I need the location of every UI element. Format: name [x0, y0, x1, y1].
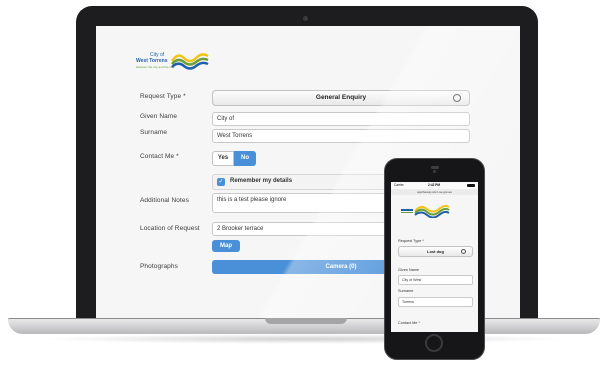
contact-yes-toggle[interactable]: Yes [212, 151, 234, 166]
surname-field[interactable]: West Torrens [212, 129, 470, 143]
clock-text: 2:42 PM [428, 183, 441, 187]
phone-request-type-value: Lost dog [427, 249, 444, 254]
logo-line-2: West Torrens [136, 58, 168, 64]
phone-chevron-down-icon [461, 249, 466, 254]
phone-camera-icon [433, 170, 436, 173]
chevron-down-icon [453, 94, 461, 102]
url-bar[interactable]: apptheway.wtcc.sa.gov.au [391, 189, 478, 195]
phone-speaker [431, 166, 439, 169]
carrier-text: Carrier [394, 183, 404, 187]
logo-tagline: between the city and the sea [136, 65, 175, 69]
phone-wave-logo-icon [401, 204, 450, 219]
contact-me-label: Contact Me * [140, 153, 179, 160]
city-logo: City of West Torrens between the city an… [136, 52, 214, 72]
phone-screen: Carrier 2:42 PM apptheway.wtcc.sa.gov.au… [391, 182, 478, 332]
laptop-shadow [40, 334, 570, 344]
phone-home-button[interactable] [425, 334, 443, 352]
request-type-select[interactable]: General Enquiry [212, 90, 470, 106]
wave-logo-icon [170, 53, 209, 70]
request-type-label: Request Type * [140, 93, 186, 100]
contact-no-toggle[interactable]: No [234, 151, 256, 166]
phone-city-logo [401, 204, 451, 219]
given-name-label: Given Name [140, 113, 178, 120]
request-type-value: General Enquiry [315, 94, 367, 101]
given-name-field[interactable]: City of [212, 112, 470, 126]
phone-surname-label: Surname [398, 289, 414, 293]
additional-notes-label: Additional Notes [140, 197, 189, 204]
phone-given-name-field[interactable]: City of West [398, 275, 473, 285]
surname-label: Surname [140, 129, 168, 136]
laptop-camera-icon [303, 16, 308, 21]
laptop-notch [265, 318, 347, 324]
phone-given-name-label: Given Name [398, 268, 420, 272]
phone-contact-me-label: Contact Me * [398, 321, 420, 325]
phone-request-type-select[interactable]: Lost dog [398, 246, 473, 257]
phone-request-type-label: Request Type * [398, 239, 424, 243]
remember-label: Remember my details [230, 178, 293, 184]
product-mockup: City of West Torrens between the city an… [0, 0, 608, 371]
phone-surname-field[interactable]: Torrens [398, 297, 473, 307]
photographs-label: Photographs [140, 263, 178, 270]
status-bar: Carrier 2:42 PM [391, 182, 478, 189]
map-button[interactable]: Map [212, 240, 240, 252]
checkbox-checked-icon: ✓ [217, 178, 225, 186]
location-label: Location of Request [140, 225, 200, 232]
battery-icon [467, 184, 475, 187]
